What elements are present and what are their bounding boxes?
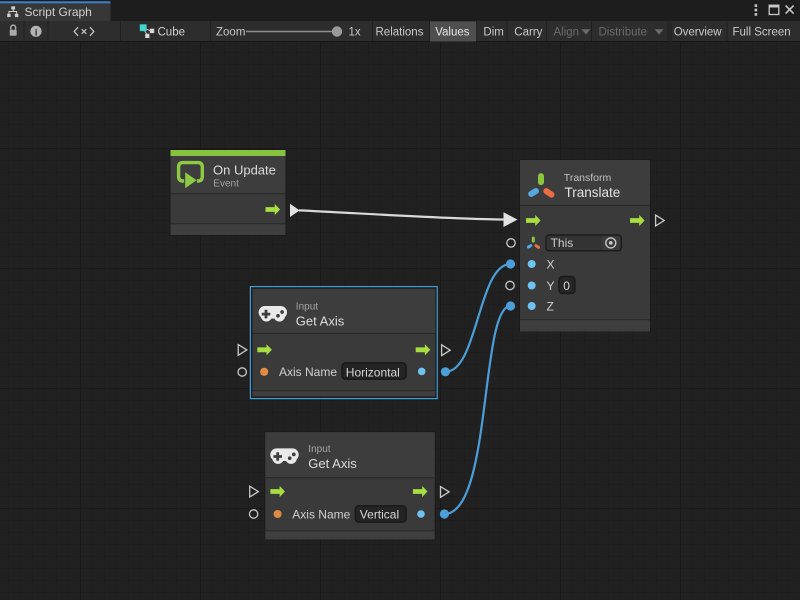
svg-text:Horizontal: Horizontal xyxy=(346,365,400,379)
svg-text:Event: Event xyxy=(213,179,239,190)
svg-text:Get Axis: Get Axis xyxy=(296,314,345,329)
svg-text:Values: Values xyxy=(435,27,470,39)
svg-text:Relations: Relations xyxy=(376,27,424,39)
svg-text:X: X xyxy=(547,257,555,271)
svg-text:Carry: Carry xyxy=(514,27,542,39)
svg-text:0: 0 xyxy=(563,279,570,293)
svg-text:Z: Z xyxy=(547,299,554,313)
svg-text:Align: Align xyxy=(554,27,580,39)
svg-text:Script Graph: Script Graph xyxy=(25,5,92,19)
svg-text:Transform: Transform xyxy=(564,172,612,184)
svg-text:Input: Input xyxy=(296,302,318,313)
svg-text:Get Axis: Get Axis xyxy=(308,456,357,471)
svg-text:Cube: Cube xyxy=(158,27,186,39)
svg-text:Full Screen: Full Screen xyxy=(733,27,791,39)
svg-text:Zoom: Zoom xyxy=(216,27,245,39)
svg-text:Overview: Overview xyxy=(674,27,723,39)
svg-text:Axis Name: Axis Name xyxy=(279,365,337,379)
svg-text:This: This xyxy=(551,236,574,250)
svg-text:Dim: Dim xyxy=(483,27,503,39)
svg-text:Input: Input xyxy=(308,444,330,455)
svg-text:On Update: On Update xyxy=(213,163,276,178)
svg-text:1x: 1x xyxy=(349,27,361,39)
svg-text:i: i xyxy=(35,27,38,38)
svg-text:Translate: Translate xyxy=(565,185,621,200)
svg-text:Y: Y xyxy=(547,279,555,293)
svg-text:Distribute: Distribute xyxy=(599,27,648,39)
svg-text:Axis Name: Axis Name xyxy=(292,507,350,521)
svg-text:Vertical: Vertical xyxy=(360,508,399,522)
